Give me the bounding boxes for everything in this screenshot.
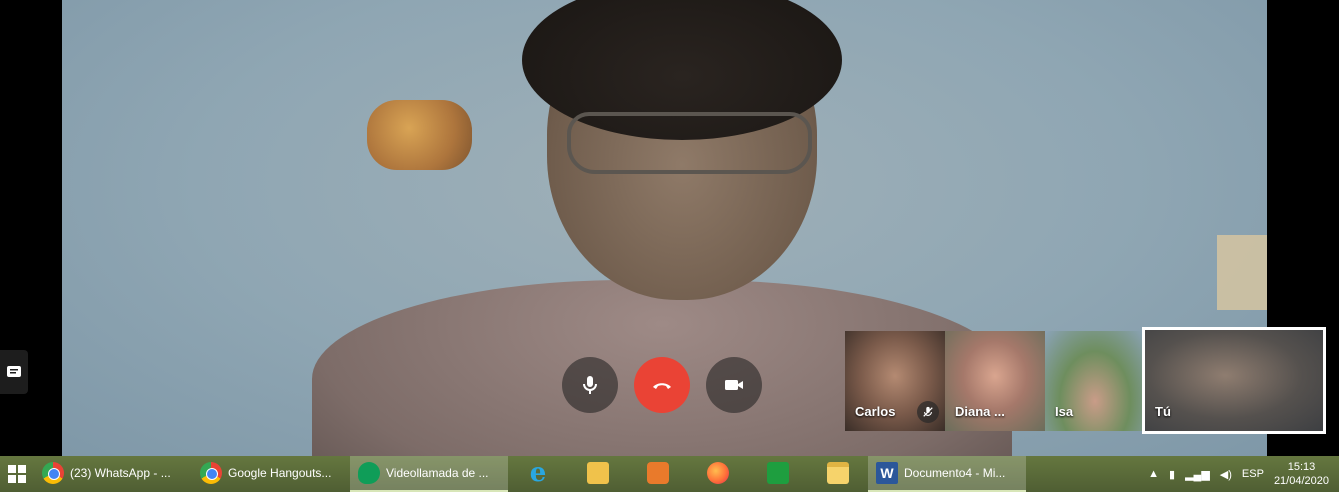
call-controls <box>562 357 762 413</box>
store-icon <box>767 462 789 484</box>
windows-taskbar: (23) WhatsApp - ... Google Hangouts... V… <box>0 456 1339 492</box>
self-view-name: Tú <box>1155 404 1171 419</box>
participant-name: Isa <box>1055 404 1074 419</box>
start-button[interactable] <box>0 456 34 492</box>
chrome-icon <box>42 462 64 484</box>
self-view-tile[interactable]: Tú <box>1142 327 1326 434</box>
muted-mic-icon <box>917 401 939 423</box>
wall-decoration <box>367 100 472 170</box>
firefox-icon <box>707 462 729 484</box>
participant-name: Diana ... <box>955 404 1005 419</box>
taskbar-pinned-media[interactable] <box>628 456 688 492</box>
hangouts-icon <box>358 462 380 484</box>
microphone-icon <box>583 376 597 394</box>
clock-date: 21/04/2020 <box>1273 475 1329 487</box>
taskbar-item-hangouts[interactable]: Google Hangouts... <box>192 456 350 492</box>
battery-icon[interactable]: ▮ <box>1169 468 1175 481</box>
taskbar-pinned-explorer-app[interactable] <box>568 456 628 492</box>
chat-toggle-button[interactable] <box>0 350 28 394</box>
taskbar-item-label: Google Hangouts... <box>228 466 332 480</box>
participant-tile[interactable]: Isa <box>1045 331 1145 431</box>
chat-icon <box>7 366 21 377</box>
hangup-button[interactable] <box>634 357 690 413</box>
mic-button[interactable] <box>562 357 618 413</box>
taskbar-pinned-file-explorer[interactable] <box>808 456 868 492</box>
participant-tile[interactable]: Carlos <box>845 331 945 431</box>
wall-note <box>1217 235 1267 310</box>
taskbar-item-whatsapp[interactable]: (23) WhatsApp - ... <box>34 456 192 492</box>
video-camera-icon <box>725 380 743 390</box>
speaker-glasses <box>567 112 812 174</box>
camera-button[interactable] <box>706 357 762 413</box>
input-language[interactable]: ESP <box>1242 468 1264 480</box>
phone-hangup-icon <box>653 383 671 389</box>
volume-icon[interactable]: ◀) <box>1220 468 1232 481</box>
system-tray: ▲ ▮ ▂▄▆ ◀) ESP 15:13 21/04/2020 <box>1148 460 1339 488</box>
participant-tile[interactable]: Diana ... <box>945 331 1045 431</box>
taskbar-item-label: Documento4 - Mi... <box>904 466 1006 480</box>
chrome-icon <box>200 462 222 484</box>
folder-icon <box>827 462 849 484</box>
taskbar-pinned-store[interactable] <box>748 456 808 492</box>
participant-name: Carlos <box>855 404 896 419</box>
taskbar-item-label: (23) WhatsApp - ... <box>70 466 171 480</box>
participant-strip: Carlos Diana ... Isa <box>845 331 1145 431</box>
taskbar-pinned-firefox[interactable] <box>688 456 748 492</box>
word-icon: W <box>876 462 898 484</box>
internet-explorer-icon: e <box>529 458 547 488</box>
taskbar-item-videocall[interactable]: Videollamada de ... <box>350 456 508 492</box>
taskbar-pinned-ie[interactable]: e <box>508 456 568 492</box>
taskbar-item-label: Videollamada de ... <box>386 466 489 480</box>
clock-time: 15:13 <box>1287 461 1316 473</box>
app-window-icon <box>587 462 609 484</box>
network-signal-icon[interactable]: ▂▄▆ <box>1185 468 1210 481</box>
media-player-icon <box>647 462 669 484</box>
clock[interactable]: 15:13 21/04/2020 <box>1274 460 1329 488</box>
taskbar-item-word[interactable]: W Documento4 - Mi... <box>868 456 1026 492</box>
call-stage: Carlos Diana ... Isa Tú <box>0 0 1339 456</box>
windows-logo-icon <box>8 465 26 483</box>
show-hidden-icons-icon[interactable]: ▲ <box>1148 468 1159 480</box>
